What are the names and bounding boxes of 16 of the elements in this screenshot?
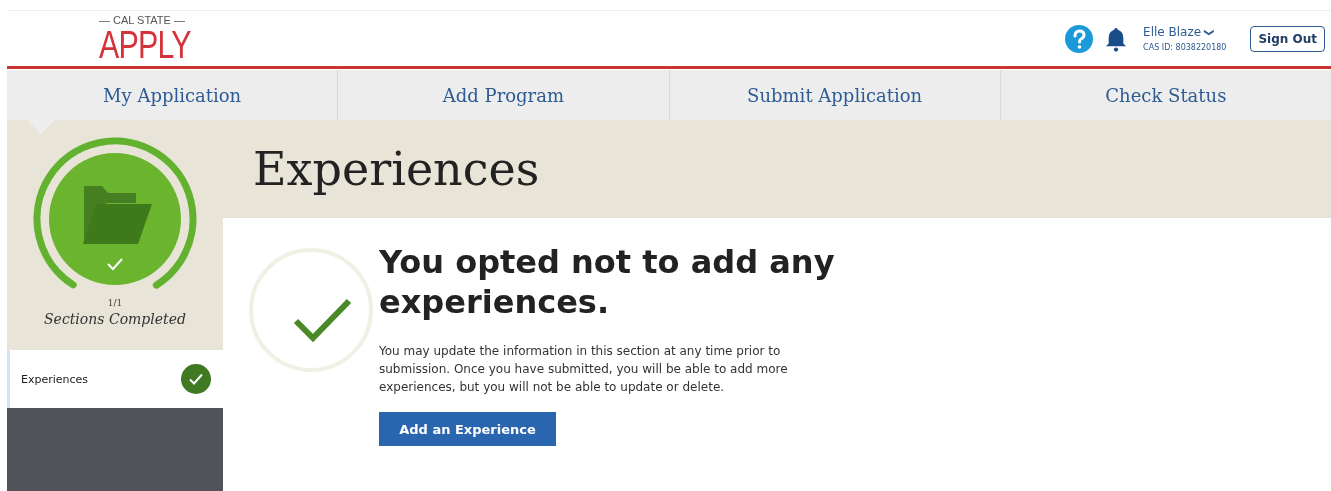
progress-label: Sections Completed [44, 311, 186, 327]
sign-out-button[interactable]: Sign Out [1250, 25, 1325, 52]
message-text: You may update the information in this section at any time prior to submission. Once you have submitted, you will be able to add more experiences, but you will not be able to update or delete. [379, 343, 789, 396]
add-experience-button[interactable]: Add an Experience [379, 412, 556, 446]
cas-id: CAS ID: 8038220180 [1143, 43, 1227, 52]
user-menu[interactable]: Elle Blaze ❯ [1143, 25, 1227, 39]
help-icon[interactable] [1065, 24, 1094, 53]
logo-wordmark[interactable]: APPLY [99, 25, 191, 64]
page-title: Experiences [253, 142, 540, 196]
progress-count: 1/1 [107, 298, 123, 308]
section-label: Experiences [21, 372, 89, 386]
message-heading: You opted not to add any experiences. [379, 242, 836, 322]
bell-icon[interactable] [1105, 25, 1128, 52]
logo-tagline: — CAL STATE — [99, 13, 185, 26]
sidebar-item[interactable]: Experiences [7, 350, 223, 408]
nav-tab[interactable]: Check Status [1000, 70, 1331, 120]
